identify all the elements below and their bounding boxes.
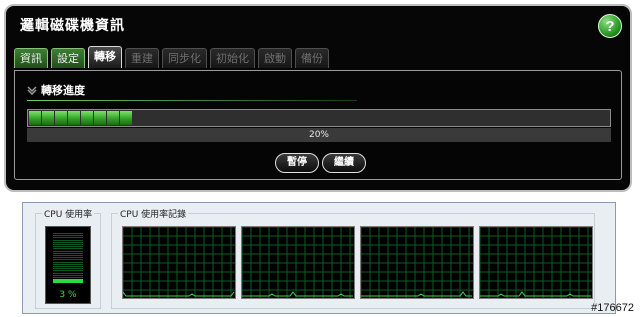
meter-line (53, 237, 83, 239)
continue-button[interactable]: 繼續 (322, 153, 366, 173)
help-icon[interactable]: ? (598, 14, 622, 38)
progress-fill (29, 111, 132, 125)
tab-initialize: 初始化 (210, 48, 255, 68)
meter-line (53, 255, 83, 256)
cpu-history-group: CPU 使用率記錄 (111, 207, 595, 309)
meter-line (53, 261, 83, 263)
meter-active-level (53, 279, 83, 283)
progress-segment (55, 111, 67, 125)
tab-settings[interactable]: 設定 (51, 48, 85, 68)
cpu-history-graph-2 (241, 226, 355, 299)
meter-bars (53, 233, 83, 281)
meter-line (53, 248, 83, 250)
meter-line (53, 272, 83, 274)
section-divider (27, 100, 357, 101)
meter-line (53, 246, 83, 248)
meter-line (53, 259, 83, 261)
cpu-graph-plot (123, 227, 235, 298)
chevron-down-icon[interactable] (27, 85, 37, 95)
cpu-graph-plot (480, 227, 592, 298)
cpu-usage-meter: 3 % (45, 226, 91, 304)
tab-activate: 啟動 (258, 48, 292, 68)
tab-migration[interactable]: 轉移 (88, 46, 122, 68)
pause-button[interactable]: 暫停 (275, 153, 319, 173)
progress-segment (120, 111, 132, 125)
meter-line (53, 233, 83, 234)
section-header: 轉移進度 (27, 82, 85, 98)
meter-line (53, 266, 83, 267)
meter-line (53, 252, 83, 254)
watermark: #176672 (591, 302, 634, 314)
section-title: 轉移進度 (41, 84, 85, 97)
tab-synchronize: 同步化 (162, 48, 207, 68)
dialog-title: 邏輯磁碟機資訊 (20, 18, 125, 34)
progress-segment (29, 111, 41, 125)
cpu-graph-plot (361, 227, 473, 298)
meter-line (53, 250, 83, 252)
meter-line (53, 257, 83, 259)
cpu-history-graph-4 (479, 226, 593, 299)
meter-line (53, 263, 83, 265)
cpu-history-label: CPU 使用率記錄 (118, 207, 189, 220)
meter-line (53, 268, 83, 270)
progress-segment (42, 111, 54, 125)
cpu-usage-group: CPU 使用率 3 % (35, 207, 101, 309)
tab-backup: 備份 (295, 48, 329, 68)
progress-segment (68, 111, 80, 125)
cpu-usage-value: 3 % (59, 290, 77, 300)
cpu-graph-plot (242, 227, 354, 298)
progress-percent-label: 20% (27, 128, 611, 142)
meter-line (53, 270, 83, 272)
progress-segment (94, 111, 106, 125)
logical-drive-info-dialog: 邏輯磁碟機資訊 ? 資訊 設定 轉移 重建 同步化 初始化 啟動 備份 轉移進度… (4, 4, 632, 192)
migration-panel: 轉移進度 20% 暫停 繼續 (14, 70, 622, 180)
progress-segment (107, 111, 119, 125)
meter-line (53, 235, 83, 237)
cpu-history-graph-3 (360, 226, 474, 299)
cpu-usage-window: CPU 使用率 3 % CPU 使用率記錄 (22, 202, 616, 314)
tab-rebuild: 重建 (125, 48, 159, 68)
progress-segment (81, 111, 93, 125)
tab-info[interactable]: 資訊 (14, 48, 48, 68)
meter-line (53, 274, 83, 276)
meter-line (53, 239, 83, 241)
meter-line (53, 277, 83, 278)
tab-bar: 資訊 設定 轉移 重建 同步化 初始化 啟動 備份 (14, 46, 329, 70)
migration-progress-bar (27, 109, 611, 127)
cpu-history-graph-1 (122, 226, 236, 299)
meter-line (53, 244, 83, 245)
meter-line (53, 241, 83, 243)
cpu-usage-label: CPU 使用率 (42, 207, 95, 220)
